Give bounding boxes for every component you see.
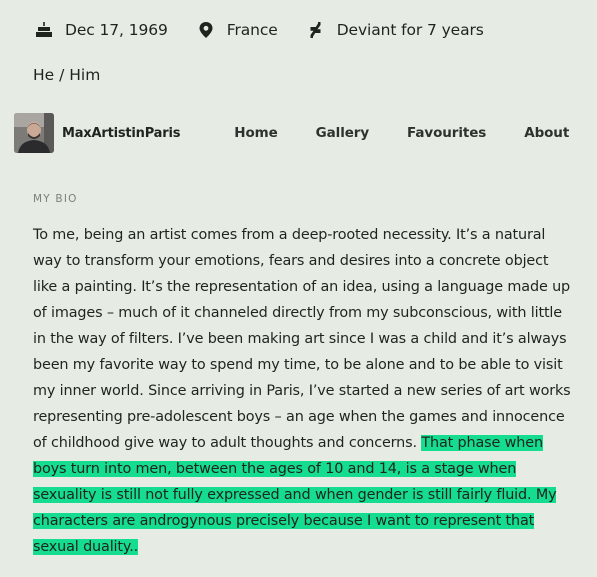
tab-about[interactable]: About — [524, 125, 569, 141]
bio-heading: MY BIO — [33, 193, 78, 205]
membership-text: Deviant for 7 years — [336, 21, 484, 39]
pronouns: He / Him — [33, 66, 101, 84]
birthday-text: Dec 17, 1969 — [65, 21, 168, 39]
tab-favourites[interactable]: Favourites — [407, 125, 486, 141]
avatar[interactable] — [14, 113, 54, 153]
deviantart-logo-icon — [306, 20, 326, 40]
location-pin-icon — [196, 20, 216, 40]
profile-meta-row: Dec 17, 1969 France Deviant for 7 years — [34, 18, 587, 42]
tab-gallery[interactable]: Gallery — [316, 125, 369, 141]
birthday-cake-icon — [34, 20, 54, 40]
bio-text-plain: To me, being an artist comes from a deep… — [33, 227, 571, 451]
username-link[interactable]: MaxArtistinParis — [62, 126, 180, 141]
bio-text: To me, being an artist comes from a deep… — [33, 222, 573, 560]
profile-nav-bar: MaxArtistinParis Home Gallery Favourites… — [14, 113, 597, 153]
membership-meta: Deviant for 7 years — [306, 20, 484, 40]
birthday-meta: Dec 17, 1969 — [34, 20, 168, 40]
location-text: France — [226, 21, 278, 39]
location-meta: France — [196, 20, 278, 40]
tab-home[interactable]: Home — [234, 125, 278, 141]
bio-text-highlighted: That phase when boys turn into men, betw… — [33, 435, 557, 555]
